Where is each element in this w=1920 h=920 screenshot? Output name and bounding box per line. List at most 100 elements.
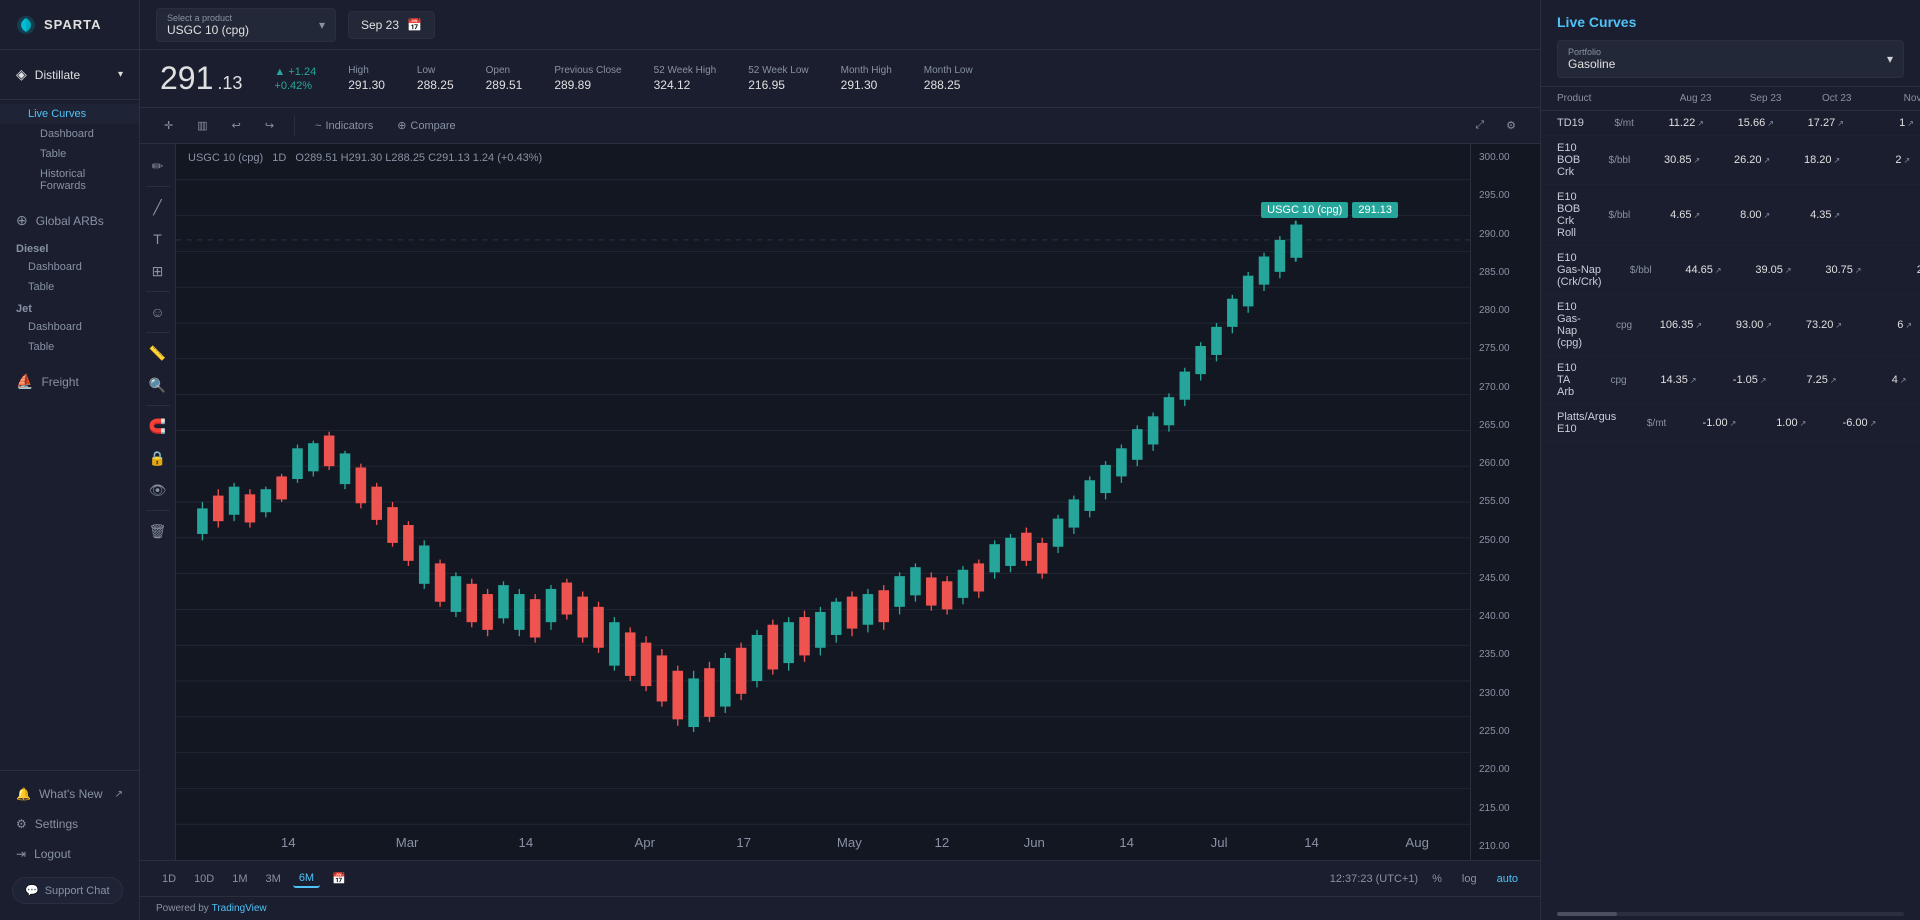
lock-tool-btn[interactable]: 🔒 [144,444,172,472]
fullscreen-btn[interactable]: ⤢ [1467,116,1492,135]
powered-by-text: Powered by [156,903,209,914]
svg-text:17: 17 [736,835,751,850]
svg-text:14: 14 [519,835,534,850]
support-chat-button[interactable]: 💬 Support Chat [12,877,123,904]
ruler-tool-btn[interactable]: 📏 [144,339,172,367]
sidebar-item-historical-forwards[interactable]: Historical Forwards [0,164,139,196]
price-axis-245: 245.00 [1479,573,1532,584]
trash-tool-btn[interactable]: 🗑 [144,517,172,545]
tool-sep-5 [146,510,170,511]
sep23-e10taarb: -1.05↗ [1697,374,1767,386]
whats-new-icon: 🔔 [16,787,31,801]
svg-text:Mar: Mar [396,835,419,850]
eye-tool-btn[interactable]: 👁 [144,476,172,504]
price-axis-275: 275.00 [1479,343,1532,354]
zoom-tool-btn[interactable]: 🔍 [144,371,172,399]
sidebar: SPARTA ◈ Distillate ▾ Live Curves Dashbo… [0,0,140,920]
timeframe-3m-btn[interactable]: 3M [260,871,287,887]
scrollbar-thumb[interactable] [1557,912,1617,916]
sidebar-item-jet-dashboard[interactable]: Dashboard [0,317,139,337]
compare-btn[interactable]: ⊕ Compare [389,116,463,135]
current-price-label: 291.13 [1352,202,1398,218]
auto-mode-btn[interactable]: auto [1491,871,1524,887]
svg-text:14: 14 [1119,835,1134,850]
fullscreen-icon: ⤢ [1475,119,1484,132]
diesel-category: Diesel [0,237,139,257]
timeframe-calendar-btn[interactable]: 📅 [326,870,352,887]
sidebar-item-diesel-dashboard[interactable]: Dashboard [0,257,139,277]
sidebar-item-settings[interactable]: ⚙ Settings [0,809,139,839]
redo-btn[interactable]: ↪ [257,116,282,135]
table-label: Table [40,148,66,160]
historical-forwards-label: Historical Forwards [40,168,123,192]
price-stat-high: High 291.30 [348,65,385,92]
live-curves-label: Live Curves [28,108,86,120]
nov-platts-e10: -1↗ [1876,417,1920,429]
price-change-pct: +0.42% [274,80,316,92]
portfolio-content: Portfolio Gasoline [1568,47,1615,71]
price-bar: 291 .13 ▲ +1.24 +0.42% High 291.30 Low 2… [140,50,1540,108]
sidebar-item-whats-new[interactable]: 🔔 What's New ↗ [0,779,139,809]
sidebar-item-global-arbs[interactable]: ⊕ Global ARBs [0,204,139,237]
price-main: 291 .13 [160,60,242,97]
text-icon: T [153,231,162,247]
unit-e10bobcrk: $/bbl [1580,155,1630,166]
line-tool-btn[interactable]: ╱ [144,193,172,221]
sidebar-item-table[interactable]: Table [0,144,139,164]
sidebar-item-logout[interactable]: ⇥ Logout [0,839,139,869]
crosshair-tool-btn[interactable]: ✛ [156,116,181,135]
sidebar-item-dashboard[interactable]: Dashboard [0,124,139,144]
tradingview-link[interactable]: TradingView [212,903,267,914]
candle-type-btn[interactable]: ▥ [189,116,215,135]
distillate-item[interactable]: ◈ Distillate ▾ [0,58,139,91]
tool-sep-2 [146,291,170,292]
portfolio-selector[interactable]: Portfolio Gasoline ▾ [1557,40,1904,78]
header-sep23: Sep 23 [1711,93,1781,104]
price-axis-230: 230.00 [1479,688,1532,699]
chart-toolbar: ✛ ▥ ↩ ↪ ~ Indicators ⊕ Compare ⤢ ⚙ [140,108,1540,144]
sep23-platts-e10: 1.00↗ [1736,417,1806,429]
logo-icon [16,15,36,35]
oct23-td19: 17.27↗ [1774,117,1844,129]
emoji-icon: ☺ [150,304,164,320]
indicators-btn[interactable]: ~ Indicators [307,117,381,135]
magnet-tool-btn[interactable]: 🧲 [144,412,172,440]
log-mode-btn[interactable]: log [1456,871,1483,887]
freight-section: ⛵ Freight [0,361,139,402]
chart-left-toolbar: ✏ ╱ T ⊞ ☺ 📏 🔍 🧲 [140,144,176,860]
fib-tool-btn[interactable]: ⊞ [144,257,172,285]
timeframe-1d-btn[interactable]: 1D [156,871,182,887]
sidebar-item-live-curves[interactable]: Live Curves [0,104,139,124]
nov-e10gasnap-crk: 2↗ [1862,264,1920,276]
timeframe-10d-btn[interactable]: 10D [188,871,220,887]
product-select-value: USGC 10 (cpg) [167,23,249,37]
curves-table-header: Product Aug 23 Sep 23 Oct 23 Nov [1541,87,1920,111]
global-arbs-label: Global ARBs [36,214,104,228]
undo-btn[interactable]: ↩ [224,116,249,135]
sidebar-item-diesel-table[interactable]: Table [0,277,139,297]
table-row: E10 Gas-Nap (cpg) cpg 106.35↗ 93.00↗ 73.… [1541,295,1920,356]
timeframe-6m-btn[interactable]: 6M [293,870,320,888]
date-selector[interactable]: Sep 23 📅 [348,11,435,39]
sep23-e10bobcrkroll: 8.00↗ [1700,209,1770,221]
logout-icon: ⇥ [16,847,26,861]
pen-tool-btn[interactable]: ✏ [144,152,172,180]
sidebar-item-freight[interactable]: ⛵ Freight [0,365,139,398]
horizontal-scrollbar[interactable] [1557,912,1904,916]
percent-mode-btn[interactable]: % [1426,871,1448,887]
timeframe-1m-btn[interactable]: 1M [226,871,253,887]
external-link-icon: ↗ [115,789,123,800]
magnet-icon: 🧲 [149,418,166,435]
price-change: ▲ +1.24 +0.42% [274,66,316,92]
price-axis-260: 260.00 [1479,458,1532,469]
chart-main: USGC 10 (cpg) 1D O289.51 H291.30 L288.25… [176,144,1470,860]
app-name: SPARTA [44,17,102,32]
emoji-tool-btn[interactable]: ☺ [144,298,172,326]
text-tool-btn[interactable]: T [144,225,172,253]
chart-settings-btn[interactable]: ⚙ [1498,116,1524,135]
sidebar-item-jet-table[interactable]: Table [0,337,139,357]
product-selector-arrow-icon: ▾ [319,18,325,32]
nov-td19: 1↗ [1844,117,1914,129]
product-selector-content: Select a product USGC 10 (cpg) [167,13,249,37]
product-selector[interactable]: Select a product USGC 10 (cpg) ▾ [156,8,336,42]
